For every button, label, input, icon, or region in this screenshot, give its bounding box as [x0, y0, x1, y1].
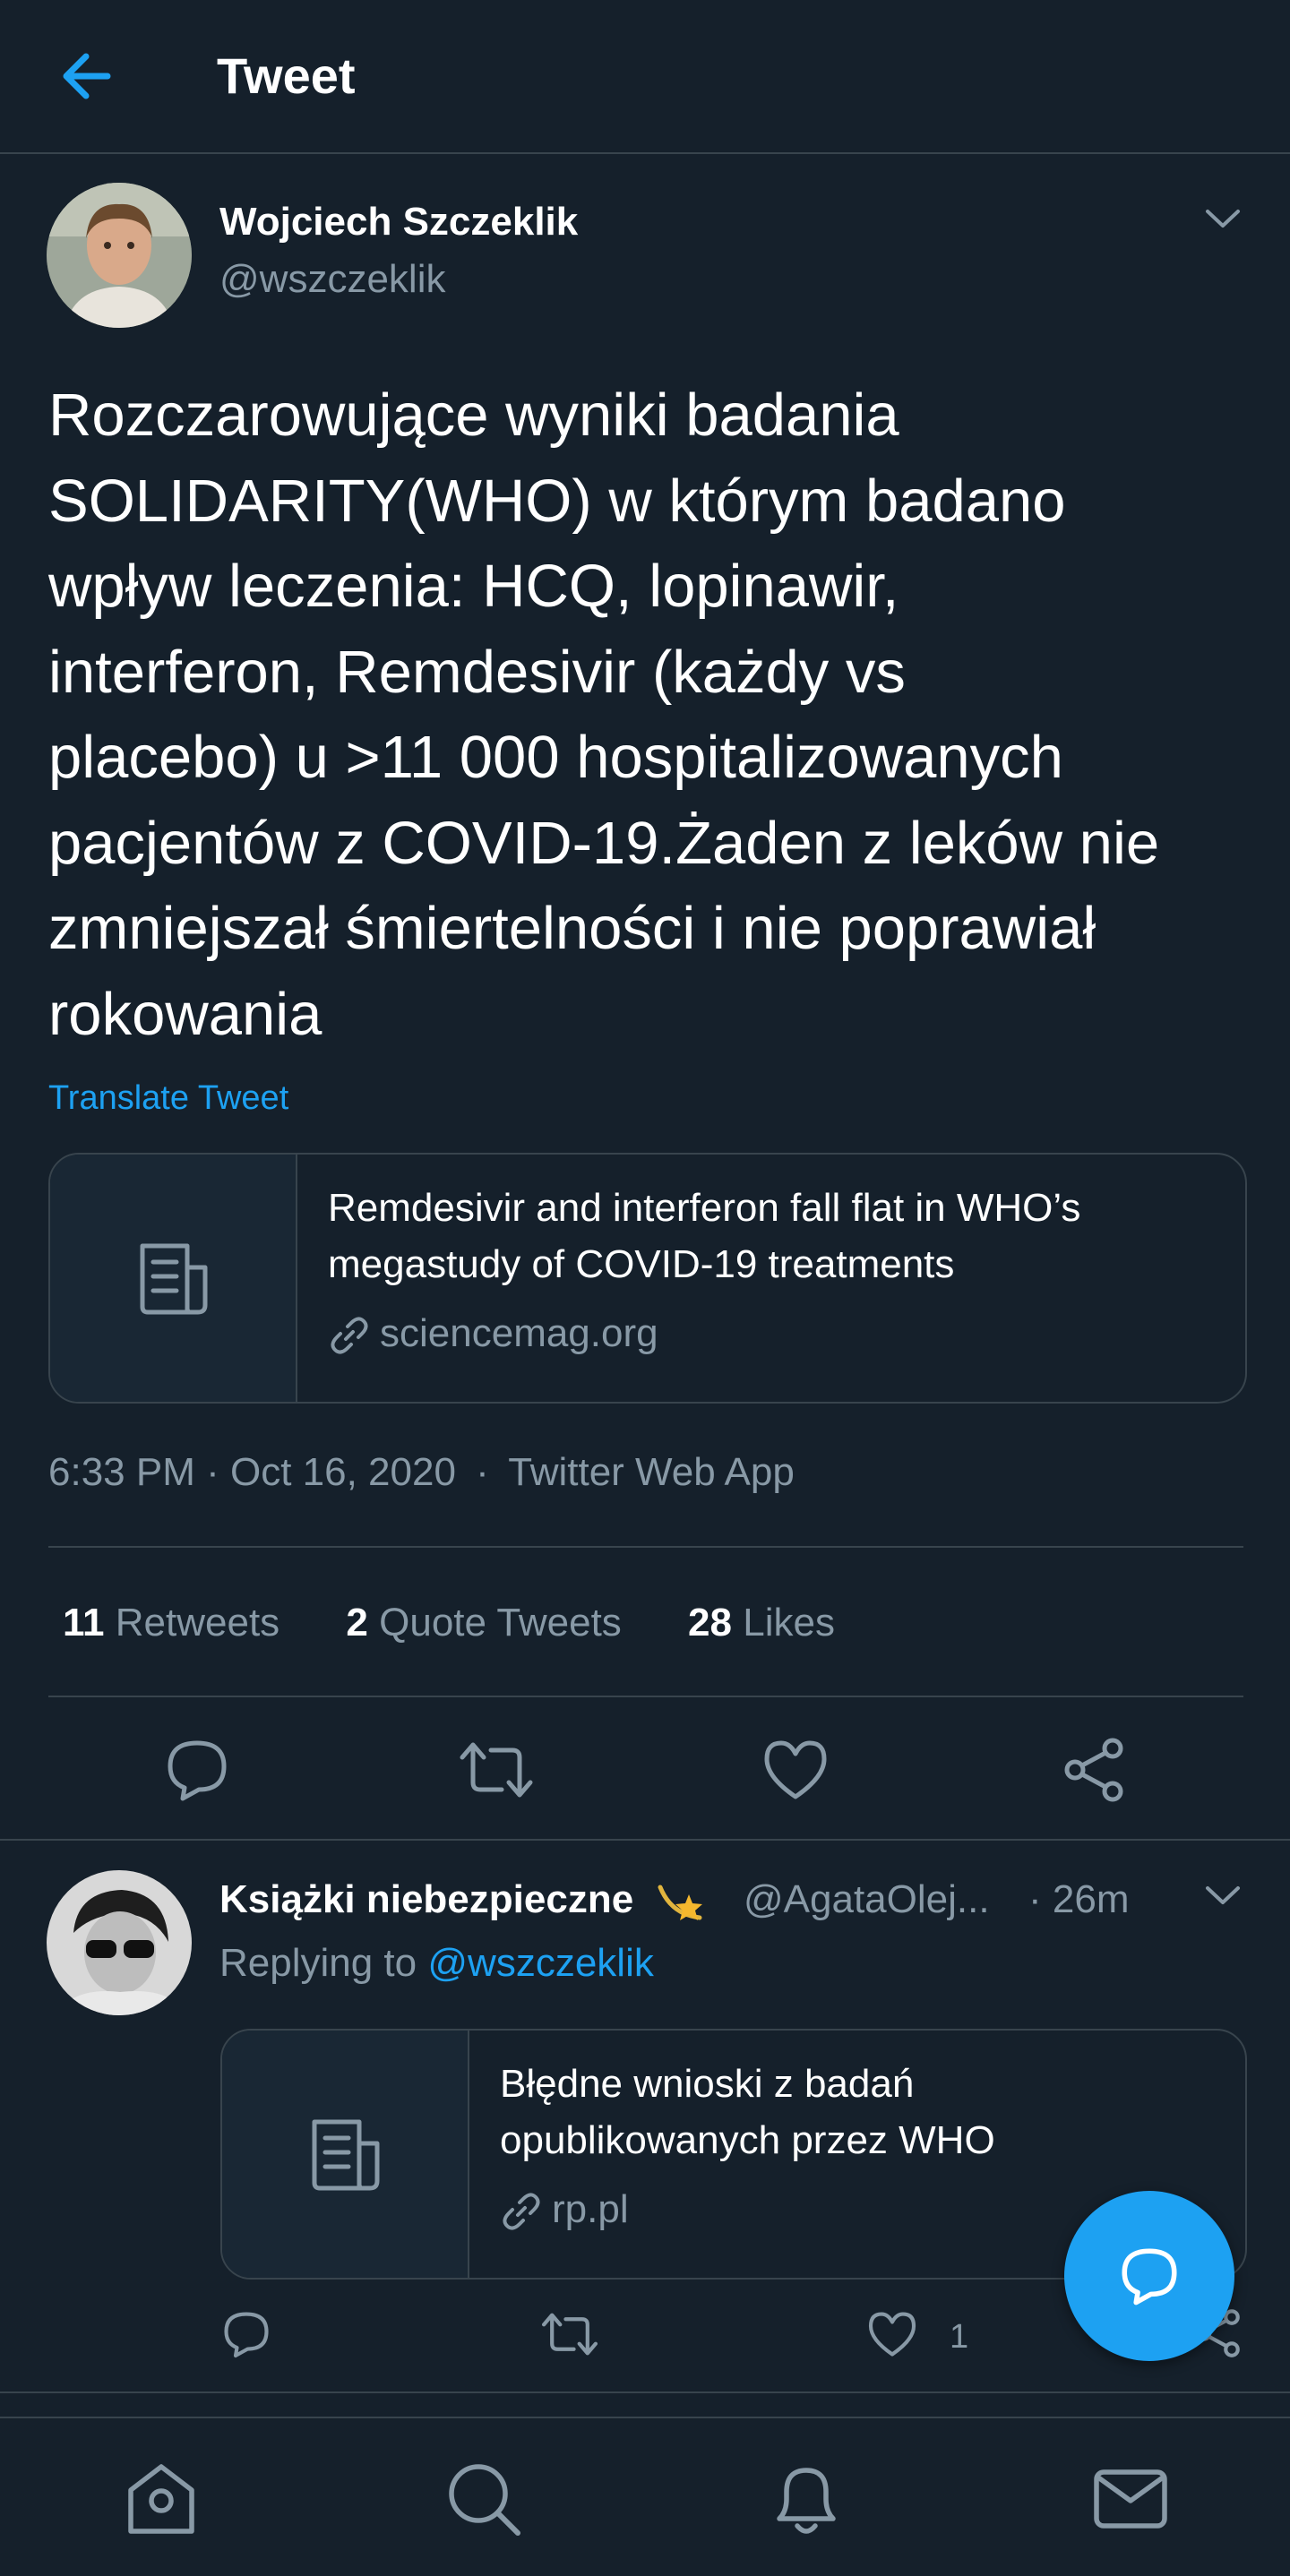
chevron-down-icon [1206, 1886, 1240, 1904]
link-card-domain: sciencemag.org [380, 1311, 658, 1355]
reply-like-count: 1 [950, 2318, 969, 2356]
divider [48, 1546, 1243, 1548]
link-card[interactable]: Remdesivir and interferon fall flat in W… [48, 1153, 1247, 1404]
quote-tweets-label: Quote Tweets [379, 1601, 622, 1644]
tweet-timestamp[interactable]: 6:33 PM · Oct 16, 2020 [48, 1450, 456, 1494]
heart-icon [868, 2312, 916, 2357]
reply-author-avatar[interactable] [47, 1870, 192, 2015]
link-card-title: Remdesivir and interferon fall flat in W… [328, 1180, 1080, 1292]
search-icon [449, 2464, 520, 2536]
retweets-label: Retweets [115, 1601, 280, 1644]
nav-notifications[interactable] [761, 2454, 851, 2544]
reply-options-button[interactable] [1200, 1877, 1245, 1913]
nav-home[interactable] [116, 2454, 206, 2544]
tweet-text-line: SOLIDARITY(WHO) w którym badano [48, 467, 1066, 535]
tweet-text-line: Rozczarowujące wyniki badania [48, 382, 899, 449]
reply-link-card-domain: rp.pl [552, 2187, 629, 2231]
author-handle[interactable]: @wszczeklik [219, 254, 445, 305]
reply-link-card-title-line: Błędne wnioski z badań [500, 2062, 915, 2106]
tweet-text-line: zmniejszał śmiertelności i nie poprawiał [48, 895, 1096, 962]
likes-count: 28 [688, 1601, 732, 1644]
messages-icon [1094, 2469, 1167, 2529]
back-button[interactable] [54, 45, 125, 107]
reply-link-card-title: Błędne wnioski z badań opublikowanych pr… [500, 2056, 995, 2168]
reply-icon [224, 2312, 269, 2358]
page-title: Tweet [217, 47, 356, 104]
nav-search[interactable] [439, 2454, 529, 2544]
link-card-thumbnail [50, 1155, 297, 1402]
retweet-icon [460, 1742, 533, 1798]
like-button[interactable] [760, 1738, 831, 1802]
quote-tweets-stat[interactable]: 2 Quote Tweets [346, 1598, 621, 1648]
tweet-source[interactable]: Twitter Web App [508, 1450, 795, 1494]
tweet-text-line: wpływ leczenia: HCQ, lopinawir, [48, 553, 899, 620]
reply-retweet-button[interactable] [541, 2309, 598, 2359]
reply-like-button[interactable] [865, 2309, 919, 2359]
reply-icon [168, 1740, 227, 1801]
link-icon [330, 1316, 369, 1355]
translate-tweet-link[interactable]: Translate Tweet [48, 1077, 288, 1120]
share-button[interactable] [1059, 1736, 1131, 1804]
link-card-title-line: megastudy of COVID-19 treatments [328, 1242, 955, 1286]
chevron-down-icon [1206, 210, 1240, 228]
retweet-button[interactable] [459, 1738, 534, 1802]
compose-reply-icon [1122, 2248, 1177, 2306]
nav-messages[interactable] [1086, 2454, 1175, 2544]
reply-button[interactable] [161, 1738, 233, 1802]
article-icon [140, 1243, 208, 1315]
bottom-navigation [0, 2417, 1290, 2576]
link-card-title-line: Remdesivir and interferon fall flat in W… [328, 1186, 1081, 1230]
replying-to-mention[interactable]: @wszczeklik [427, 1941, 653, 1985]
tweet-options-button[interactable] [1200, 201, 1245, 236]
reply-reply-button[interactable] [219, 2309, 273, 2359]
heart-icon [764, 1740, 827, 1799]
article-icon [312, 2119, 380, 2191]
tweet-text: Rozczarowujące wyniki badania SOLIDARITY… [48, 373, 1249, 1057]
retweets-count: 11 [63, 1601, 105, 1644]
notifications-icon [777, 2468, 836, 2534]
likes-label: Likes [743, 1601, 835, 1644]
reply-link-card-thumbnail [222, 2031, 469, 2278]
retweet-icon [541, 2313, 598, 2356]
divider [0, 1839, 1290, 1841]
tweet-stats: 11 Retweets 2 Quote Tweets 28 Likes [63, 1598, 835, 1648]
retweets-stat[interactable]: 11 Retweets [63, 1598, 280, 1648]
quote-tweets-count: 2 [346, 1601, 368, 1644]
reply-author-handle[interactable]: @AgataOlej... [744, 1875, 990, 1925]
top-bar: Tweet [0, 0, 1290, 154]
reply-link-card-title-line: opublikowanych przez WHO [500, 2118, 995, 2162]
reply-time[interactable]: · 26m [1028, 1875, 1129, 1925]
tweet-meta: 6:33 PM · Oct 16, 2020 · Twitter Web App [48, 1447, 795, 1498]
divider [48, 1696, 1243, 1697]
reply-author-name-text: Książki niebezpieczne [219, 1877, 634, 1921]
home-icon [128, 2464, 194, 2534]
compose-reply-button[interactable] [1064, 2191, 1234, 2361]
author-avatar[interactable] [47, 183, 192, 328]
likes-stat[interactable]: 28 Likes [688, 1598, 835, 1648]
share-icon [1064, 1738, 1123, 1802]
author-name[interactable]: Wojciech Szczeklik [219, 197, 578, 247]
meta-separator: · [476, 1450, 489, 1494]
reply-author-name[interactable]: Książki niebezpieczne [219, 1875, 707, 1925]
tweet-text-line: interferon, Remdesivir (każdy vs [48, 638, 906, 706]
replying-to: Replying to @wszczeklik [219, 1938, 654, 1988]
divider [0, 2391, 1290, 2393]
tweet-text-line: rokowania [48, 980, 322, 1048]
arrow-left-icon [63, 53, 111, 99]
tweet-text-line: placebo) u >11 000 hospitalizowanych [48, 724, 1063, 791]
replying-to-prefix: Replying to [219, 1941, 417, 1985]
link-icon [502, 2192, 541, 2231]
tweet-text-line: pacjentów z COVID-19.Żaden z leków nie [48, 809, 1160, 877]
shooting-star-icon [658, 1885, 703, 1921]
